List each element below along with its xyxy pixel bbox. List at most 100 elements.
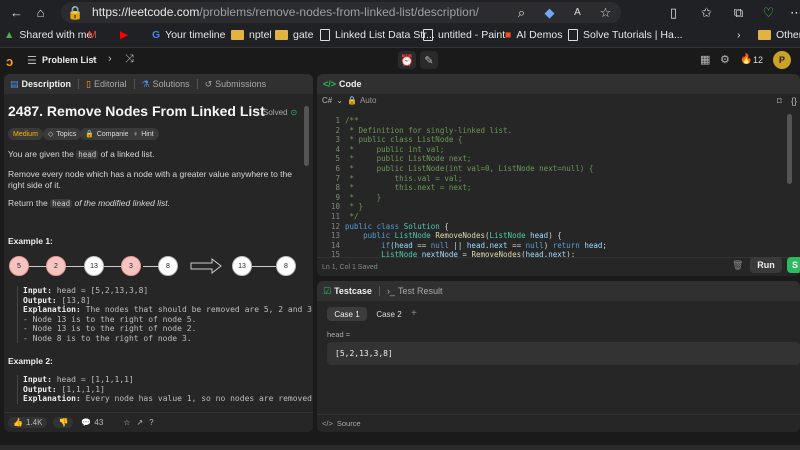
timer-icon[interactable]: ⏰: [398, 51, 416, 69]
url-text: https://leetcode.com/problems/remove-nod…: [92, 5, 479, 19]
line-number: 12: [330, 221, 340, 231]
description-panel: ▤ Description ▯ Editorial ⚗ Solutions ↺ Subm…: [4, 74, 313, 432]
star-icon[interactable]: ☆: [123, 418, 130, 427]
tab-editorial[interactable]: ▯ Editorial: [86, 79, 126, 90]
shuffle-icon[interactable]: ⤨: [125, 53, 134, 66]
list-node: 8: [276, 256, 296, 276]
example-1-diagram: 5 2 13 3 8 13 8: [6, 254, 306, 284]
history-icon: ↺: [204, 78, 213, 89]
like-button[interactable]: 👍 1.4K: [8, 417, 48, 428]
document-icon: ▤: [10, 78, 19, 89]
favorite-star-icon[interactable]: ☆: [597, 4, 614, 21]
heart-icon[interactable]: ♡: [760, 4, 777, 21]
testcase-panel: ☑ Testcase ›_ Test Result Case 1 Case 2 + …: [317, 281, 800, 432]
tag-icon: ◇: [48, 131, 54, 138]
terminal-icon: ›_: [386, 286, 395, 296]
example-1-block: Input: head = [5,2,13,3,8] Output: [13,8…: [17, 286, 313, 343]
collections-icon[interactable]: ⧉: [730, 4, 747, 21]
bookmark-nptel[interactable]: nptel: [231, 29, 272, 41]
language-select[interactable]: C# ⌄: [322, 96, 343, 105]
bookmark-linked-list[interactable]: Linked List Data Str...: [320, 29, 435, 41]
line-number: 5: [335, 154, 340, 164]
comment-icon: 💬: [81, 418, 92, 427]
topics-chip[interactable]: ◇ Topics: [43, 128, 82, 140]
bookmark-shared[interactable]: ▲ Shared with me: [4, 29, 92, 41]
tab-solutions[interactable]: ⚗ Solutions: [142, 79, 190, 90]
code-line: * this.val = val;: [345, 173, 463, 183]
home-icon[interactable]: ⌂: [32, 4, 49, 21]
line-number: 9: [335, 192, 340, 202]
case-2-tab[interactable]: Case 2: [369, 307, 409, 321]
share-icon[interactable]: ↗: [136, 418, 143, 427]
dislike-button[interactable]: 👎: [53, 417, 74, 428]
favorites-icon[interactable]: ✩: [698, 4, 715, 21]
difficulty-badge[interactable]: Medium: [8, 128, 43, 140]
bookmark-icon[interactable]: ⌑: [777, 96, 782, 107]
editor-scrollbar[interactable]: [787, 114, 792, 184]
bookmark-other[interactable]: Other: [758, 29, 800, 41]
source-link[interactable]: </> Source: [317, 414, 800, 432]
google-icon: G: [152, 29, 161, 41]
submit-button[interactable]: S: [787, 257, 800, 273]
line-number: 14: [330, 240, 340, 250]
tab-code[interactable]: </> Code: [323, 79, 362, 89]
next-problem-icon[interactable]: ›: [108, 53, 112, 65]
bookmark-youtube[interactable]: ▶: [120, 29, 128, 41]
autocomplete-toggle[interactable]: 🔒 Auto: [347, 96, 376, 105]
case-1-tab[interactable]: Case 1: [327, 307, 367, 321]
line-number: 11: [330, 212, 340, 221]
bookmark-paint[interactable]: untitled - Paint: [423, 29, 505, 41]
tab-testcase[interactable]: ☑ Testcase: [323, 286, 372, 297]
problem-list-link[interactable]: Problem List: [42, 55, 97, 65]
notes-icon[interactable]: ✎: [420, 51, 438, 69]
code-line: * public ListNode next;: [345, 154, 472, 164]
run-button[interactable]: Run: [750, 257, 782, 273]
description-tabs: ▤ Description ▯ Editorial ⚗ Solutions ↺ Subm…: [4, 74, 313, 94]
prev-problem-icon[interactable]: ‹: [92, 53, 96, 65]
taskbar: [0, 445, 800, 450]
tab-description[interactable]: ▤ Description: [10, 79, 71, 90]
page-icon: [568, 29, 578, 41]
bookmarks-overflow[interactable]: ›: [737, 29, 741, 41]
extension-tag-icon[interactable]: ◆: [541, 4, 558, 21]
read-aloud-icon[interactable]: A: [569, 4, 586, 21]
line-number: 10: [330, 202, 340, 212]
code-line: * public class ListNode {: [345, 135, 463, 145]
comments-button[interactable]: 💬 43: [81, 418, 103, 427]
avatar[interactable]: P: [773, 51, 791, 69]
list-node: 3: [121, 256, 141, 276]
add-case-icon[interactable]: +: [411, 308, 417, 319]
code-line: public ListNode RemoveNodes(ListNode hea…: [363, 231, 562, 241]
zoom-icon[interactable]: ⌕: [513, 4, 530, 21]
problem-statement-1: You are given the head of a linked list.: [8, 149, 155, 159]
more-icon[interactable]: ⋯: [788, 4, 800, 21]
testcase-input[interactable]: [5,2,13,3,8]: [327, 342, 800, 365]
tab-test-result[interactable]: ›_ Test Result: [387, 286, 443, 296]
leetcode-topbar: ↄ ☰ Problem List ‹ › ⤨ ⏰ ✎ ▦ ⚙ 🔥 12 P: [0, 48, 800, 73]
split-screen-icon[interactable]: ▯: [665, 4, 682, 21]
example-2-title: Example 2:: [8, 356, 53, 366]
streak-fire-icon[interactable]: 🔥: [740, 54, 752, 65]
code-panel: </> Code C# ⌄ 🔒 Auto ⌑ {} 1 /** 2 * Definitio…: [317, 74, 800, 276]
hint-chip[interactable]: ♀ Hint: [128, 128, 159, 140]
checkbox-icon: ☑: [323, 285, 332, 296]
code-editor[interactable]: 1 /** 2 * Definition for singly-linked lis…: [317, 112, 800, 259]
bookmark-gate[interactable]: gate: [275, 29, 313, 41]
bookmark-timeline[interactable]: G Your timeline: [152, 29, 226, 41]
tab-submissions[interactable]: ↺ Submissions: [205, 79, 267, 90]
settings-gear-icon[interactable]: ⚙: [720, 53, 730, 66]
line-number: 3: [335, 135, 340, 145]
bookmark-gmail[interactable]: M: [88, 29, 97, 41]
layout-icon[interactable]: ▦: [700, 53, 710, 66]
bookmark-ai-demos[interactable]: ■ AI Demos: [505, 29, 562, 41]
chevron-right-icon: ›: [737, 29, 741, 41]
browser-toolbar: ← ⌂ 🔒 https://leetcode.com/problems/remo…: [0, 0, 800, 25]
braces-icon[interactable]: {}: [791, 96, 797, 106]
description-scrollbar[interactable]: [304, 106, 309, 166]
help-icon[interactable]: ?: [149, 418, 153, 427]
back-icon[interactable]: ←: [8, 4, 25, 21]
bookmark-solve-tutorials[interactable]: Solve Tutorials | Ha...: [568, 29, 683, 41]
list-node: 13: [84, 256, 104, 276]
trash-icon[interactable]: 🗑: [732, 260, 743, 271]
leetcode-logo-icon[interactable]: ↄ: [6, 54, 13, 69]
